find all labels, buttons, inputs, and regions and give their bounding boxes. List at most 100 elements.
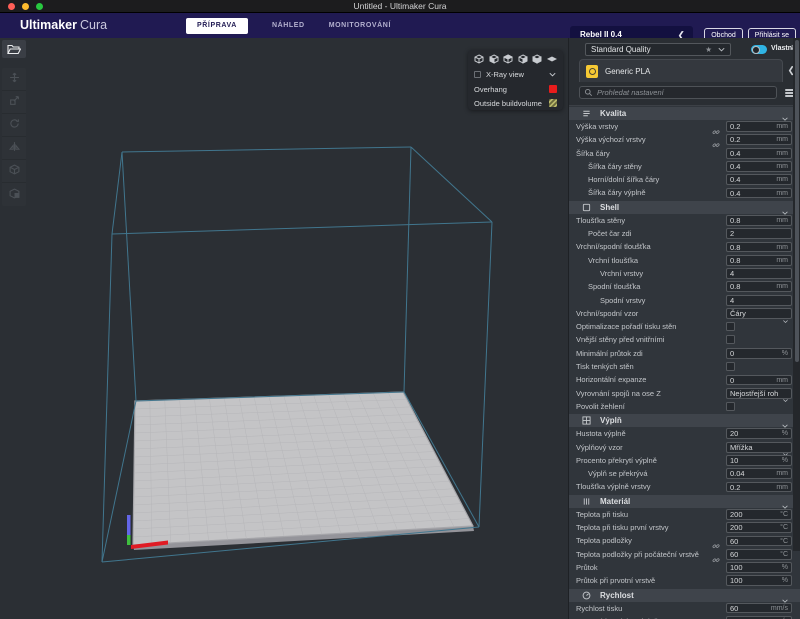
settings-scrollbar[interactable] (793, 38, 800, 551)
setting-label: Spodní vrstvy (600, 294, 645, 307)
setting-label: Rychlost tisku (576, 602, 622, 615)
material-spool-icon (586, 65, 598, 78)
setting-row: Teplota podložky při počáteční vrstvě 60… (569, 548, 800, 561)
setting-label: Teplota podložky (576, 534, 632, 547)
setting-label: Tloušťka výplně vrstvy (576, 480, 651, 493)
app-logo: UltimakerCura (20, 13, 107, 38)
open-file-button[interactable] (2, 40, 26, 58)
tab-preview[interactable]: NÁHLED (272, 22, 305, 29)
legend-overhang: Overhang (474, 82, 557, 96)
setting-value-input[interactable]: 0.8 mm (726, 242, 792, 253)
setting-row: Počet čar zdi 2 (569, 227, 800, 240)
layers-icon (582, 109, 591, 118)
print-settings-header: Standard Quality ★ Vlastní × Generic PLA… (569, 38, 800, 106)
custom-settings-toggle[interactable] (751, 45, 767, 54)
setting-value-input[interactable]: 100 % (726, 562, 792, 573)
setting-row: Minimální průtok zdi 0 % (569, 347, 800, 360)
setting-value-input[interactable]: 0.04 mm (726, 468, 792, 479)
setting-label: Tloušťka stěny (576, 214, 625, 227)
setting-label: Tisk tenkých stěn (576, 360, 634, 373)
setting-value-input[interactable]: 200 °C (726, 509, 792, 520)
setting-value-input[interactable]: 0 mm (726, 375, 792, 386)
setting-value-input[interactable]: 0.4 mm (726, 188, 792, 199)
extruder-material-tab[interactable]: Generic PLA (579, 59, 783, 82)
setting-value-input[interactable]: 0.4 mm (726, 148, 792, 159)
setting-label: Průtok při prvotní vrstvě (576, 574, 655, 587)
setting-value-input[interactable]: 20 % (726, 428, 792, 439)
per-model-settings-button[interactable] (2, 160, 26, 183)
setting-value-input[interactable]: 0.2 mm (726, 121, 792, 132)
setting-select[interactable]: Nejostřejší roh (726, 388, 792, 399)
setting-checkbox[interactable] (726, 335, 735, 344)
star-icon: ★ (705, 45, 712, 54)
setting-value-input[interactable]: 0.4 mm (726, 161, 792, 172)
setting-value-input[interactable]: 0.8 mm (726, 281, 792, 292)
legend-outside-buildvolume: Outside buildvolume (474, 96, 557, 110)
chevron-down-icon (717, 41, 726, 59)
window-titlebar: Untitled - Ultimaker Cura (0, 0, 800, 13)
category-header-shell[interactable]: Shell (569, 201, 800, 214)
category-header-material[interactable]: Materiál (569, 495, 800, 508)
setting-value-input[interactable]: 0 % (726, 348, 792, 359)
setting-checkbox[interactable] (726, 362, 735, 371)
build-plate-scene[interactable] (0, 38, 568, 619)
setting-value-input[interactable]: 0.8 mm (726, 215, 792, 226)
category-header-kvalita[interactable]: Kvalita (569, 107, 800, 120)
setting-row: Teplota při tisku první vrstvy 200 °C (569, 521, 800, 534)
setting-row: Výplň se překrývá 0.04 mm (569, 467, 800, 480)
setting-value-input[interactable]: 2 (726, 228, 792, 239)
setting-row: Průtok 100 % (569, 561, 800, 574)
rotate-tool-button[interactable] (2, 114, 26, 137)
setting-value-input[interactable]: 10 % (726, 455, 792, 466)
view-mode-label: X-Ray view (486, 70, 548, 79)
move-tool-icon (9, 70, 20, 88)
setting-value-input[interactable]: 60 °C (726, 549, 792, 560)
setting-row: Teplota podložky 60 °C (569, 534, 800, 547)
setting-row: Šířka čáry 0.4 mm (569, 147, 800, 160)
mirror-tool-button[interactable] (2, 137, 26, 160)
setting-value-input[interactable]: 0.4 mm (726, 174, 792, 185)
setting-checkbox[interactable] (726, 322, 735, 331)
camera-front-view-icon[interactable] (489, 51, 499, 69)
overhang-color-swatch (549, 85, 557, 93)
setting-row: Vrchní/spodní tloušťka 0.8 mm (569, 240, 800, 253)
view-mode-dropdown[interactable]: X-Ray view (474, 67, 557, 82)
setting-value-input[interactable]: 200 °C (726, 522, 792, 533)
setting-row: Výplňový vzor Mřížka (569, 441, 800, 454)
setting-select[interactable]: Mřížka (726, 442, 792, 453)
setting-row: Horní/dolní šířka čáry 0.4 mm (569, 173, 800, 186)
category-header-vypln[interactable]: Výplň (569, 414, 800, 427)
camera-left-view-icon[interactable] (518, 51, 528, 69)
setting-row: Průtok při prvotní vrstvě 100 % (569, 574, 800, 587)
setting-label: Vrchní/spodní tloušťka (576, 240, 651, 253)
setting-value-input[interactable]: 100 % (726, 575, 792, 586)
setting-value-input[interactable]: 60 °C (726, 536, 792, 547)
setting-row: Vrchní/spodní vzor Čáry (569, 307, 800, 320)
setting-select[interactable]: Čáry (726, 308, 792, 319)
setting-value-input[interactable]: 4 (726, 295, 792, 306)
setting-value-input[interactable]: 4 (726, 268, 792, 279)
tab-monitor[interactable]: MONITOROVÁNÍ (329, 22, 391, 29)
3d-viewport[interactable]: X-Ray view Overhang Outside buildvolume (0, 38, 568, 619)
setting-row: Tloušťka výplně vrstvy 0.2 mm (569, 480, 800, 493)
setting-checkbox[interactable] (726, 402, 735, 411)
setting-row: Výška výchozí vrstvy 0.2 mm (569, 133, 800, 146)
camera-top-view-icon[interactable] (503, 51, 513, 69)
support-blocker-button[interactable] (2, 183, 26, 206)
setting-value-input[interactable]: 0.2 mm (726, 482, 792, 493)
category-header-rychlost[interactable]: Rychlost (569, 589, 800, 602)
setting-value-input[interactable]: 60 mm/s (726, 603, 792, 614)
camera-3d-view-icon[interactable] (474, 51, 484, 69)
profile-dropdown[interactable]: Standard Quality ★ (585, 43, 731, 56)
tab-prepare[interactable]: PŘÍPRAVA (186, 18, 248, 34)
setting-value-input[interactable]: 0.8 mm (726, 255, 792, 266)
setting-label: Výplň se překrývá (588, 467, 648, 480)
move-tool-button[interactable] (2, 68, 26, 91)
scrollbar-thumb[interactable] (795, 40, 799, 362)
camera-right-view-icon[interactable] (532, 51, 542, 69)
scale-tool-icon (9, 93, 20, 111)
search-settings-input[interactable]: Prohledat nastavení (579, 86, 777, 99)
scale-tool-button[interactable] (2, 91, 26, 114)
mirror-tool-icon (9, 139, 20, 157)
setting-value-input[interactable]: 0.2 mm (726, 134, 792, 145)
